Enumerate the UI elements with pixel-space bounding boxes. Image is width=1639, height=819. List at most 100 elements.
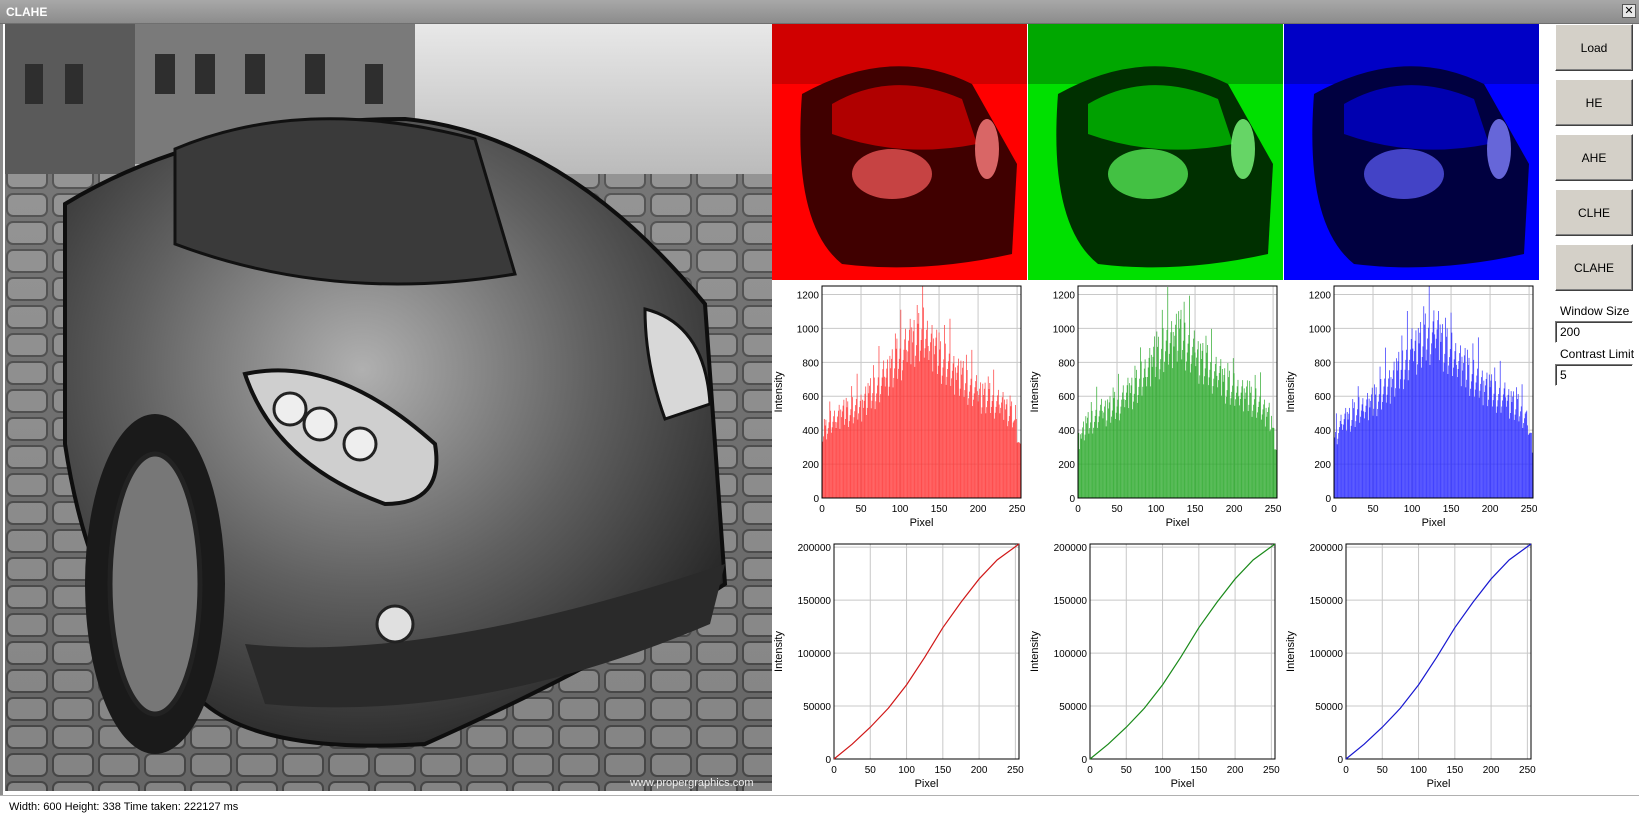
blue-cdf-chart: 0 50 100 150 200 250 0 50000 100000 150000 200000 P… [1284, 536, 1539, 795]
x-axis-label: Pixel [1166, 517, 1190, 529]
y-tick-label: 600 [1058, 392, 1075, 403]
y-tick-label: 1000 [1309, 324, 1332, 335]
x-axis-label: Pixel [1171, 778, 1195, 790]
x-tick-label: 250 [1521, 504, 1538, 515]
y-tick-label: 800 [802, 358, 819, 369]
y-tick-label: 0 [825, 755, 831, 766]
y-tick-label: 200 [1058, 460, 1075, 471]
cdf-line [1345, 543, 1532, 760]
y-tick-label: 200 [1314, 460, 1331, 471]
chart-svg: 0 50 100 150 200 250 0 200 400 600 800 1000 1200 Pixe… [1029, 285, 1282, 529]
x-tick-label: 50 [865, 765, 877, 776]
plot-frame [1345, 543, 1532, 760]
contrast-limit-input[interactable] [1555, 364, 1633, 386]
y-axis-label: Intensity [1285, 631, 1297, 672]
green-cdf-chart: 0 50 100 150 200 250 0 50000 100000 150000 200000 P… [1028, 536, 1283, 795]
y-tick-label: 200 [802, 460, 819, 471]
chart-svg: 0 50 100 150 200 250 0 50000 100000 150000 200000 P… [1029, 543, 1280, 790]
y-tick-label: 0 [1337, 755, 1343, 766]
y-tick-label: 0 [1081, 755, 1087, 766]
x-tick-label: 100 [1404, 504, 1421, 515]
y-tick-label: 50000 [1315, 702, 1343, 713]
x-axis-label: Pixel [915, 778, 939, 790]
x-tick-label: 50 [1111, 504, 1123, 515]
y-tick-label: 200000 [1310, 543, 1344, 554]
chart-svg: 0 50 100 150 200 250 0 50000 100000 150000 200000 P… [773, 543, 1024, 790]
y-tick-label: 100000 [1310, 649, 1344, 660]
x-tick-label: 200 [1483, 765, 1500, 776]
x-tick-label: 100 [892, 504, 909, 515]
y-tick-label: 600 [802, 392, 819, 403]
x-tick-label: 150 [931, 504, 948, 515]
cdf-line [833, 543, 1020, 760]
x-tick-label: 100 [1148, 504, 1165, 515]
y-axis-label: Intensity [1029, 371, 1041, 412]
y-tick-label: 100000 [1054, 649, 1088, 660]
x-tick-label: 50 [1121, 765, 1133, 776]
y-axis-label: Intensity [773, 371, 785, 412]
red-histogram-chart: 0 50 100 150 200 250 0 200 400 600 800 1000 1200 Pixe… [772, 280, 1027, 536]
title-bar: CLAHE ✕ [0, 0, 1639, 24]
x-tick-label: 100 [898, 765, 915, 776]
chart-svg: 0 50 100 150 200 250 0 200 400 600 800 1000 1200 Pixe… [1285, 285, 1538, 529]
chart-svg: 0 50 100 150 200 250 0 50000 100000 150000 200000 P… [1285, 543, 1536, 790]
y-tick-label: 400 [802, 426, 819, 437]
y-tick-label: 100000 [798, 649, 832, 660]
x-tick-label: 200 [1482, 504, 1499, 515]
green-histogram-chart: 0 50 100 150 200 250 0 200 400 600 800 1000 1200 Pixe… [1028, 280, 1283, 536]
x-tick-label: 150 [1446, 765, 1463, 776]
y-tick-label: 1200 [797, 290, 820, 301]
x-tick-label: 250 [1009, 504, 1026, 515]
y-axis-label: Intensity [773, 631, 785, 672]
x-tick-label: 0 [819, 504, 825, 515]
window-size-label: Window Size [1560, 304, 1630, 318]
x-tick-label: 150 [1190, 765, 1207, 776]
x-axis-label: Pixel [1427, 778, 1451, 790]
x-tick-label: 0 [1087, 765, 1093, 776]
status-bar: Width: 600 Height: 338 Time taken: 22212… [0, 795, 1639, 819]
he-button[interactable]: HE [1555, 79, 1633, 126]
status-text: Width: 600 Height: 338 Time taken: 22212… [9, 801, 239, 813]
x-tick-label: 50 [1377, 765, 1389, 776]
cdf-line [1089, 543, 1276, 760]
y-tick-label: 200000 [798, 543, 832, 554]
y-tick-label: 800 [1314, 358, 1331, 369]
y-tick-label: 150000 [798, 596, 832, 607]
y-tick-label: 1200 [1309, 290, 1332, 301]
y-tick-label: 0 [1069, 494, 1075, 505]
y-tick-label: 600 [1314, 392, 1331, 403]
close-button[interactable]: ✕ [1622, 4, 1636, 18]
plot-frame [833, 543, 1020, 760]
clhe-button[interactable]: CLHE [1555, 189, 1633, 236]
x-tick-label: 0 [1331, 504, 1337, 515]
watermark: www.propergraphics.com [629, 777, 754, 789]
x-tick-label: 0 [831, 765, 837, 776]
y-axis-label: Intensity [1285, 371, 1297, 412]
load-button[interactable]: Load [1555, 24, 1633, 71]
x-tick-label: 50 [855, 504, 867, 515]
plot-frame [1089, 543, 1276, 760]
x-tick-label: 250 [1263, 765, 1280, 776]
y-tick-label: 50000 [1059, 702, 1087, 713]
x-tick-label: 150 [1443, 504, 1460, 515]
x-tick-label: 100 [1154, 765, 1171, 776]
x-tick-label: 0 [1075, 504, 1081, 515]
window-size-input[interactable] [1555, 321, 1633, 343]
ahe-button[interactable]: AHE [1555, 134, 1633, 181]
grayscale-photo: www.propergraphics.com [5, 24, 772, 791]
x-tick-label: 150 [1187, 504, 1204, 515]
y-tick-label: 800 [1058, 358, 1075, 369]
red-channel-image [772, 24, 1027, 280]
x-tick-label: 200 [1226, 504, 1243, 515]
y-tick-label: 0 [1325, 494, 1331, 505]
x-tick-label: 200 [1227, 765, 1244, 776]
x-tick-label: 200 [971, 765, 988, 776]
y-tick-label: 400 [1314, 426, 1331, 437]
clahe-button[interactable]: CLAHE [1555, 244, 1633, 291]
x-tick-label: 50 [1367, 504, 1379, 515]
x-tick-label: 250 [1265, 504, 1282, 515]
y-tick-label: 1000 [797, 324, 820, 335]
x-axis-label: Pixel [1422, 517, 1446, 529]
x-tick-label: 150 [934, 765, 951, 776]
x-tick-label: 250 [1007, 765, 1024, 776]
